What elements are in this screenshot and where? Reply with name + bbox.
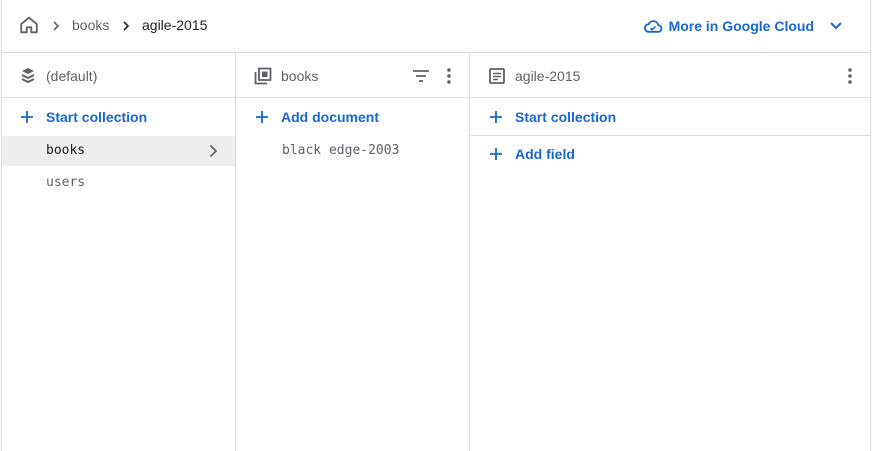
chevron-right-icon [123,21,130,31]
collection-name: books [46,143,86,158]
more-vert-icon[interactable] [439,66,459,86]
breadcrumb-item-current[interactable]: agile-2015 [142,17,207,33]
start-subcollection-button[interactable]: Start collection [487,106,616,128]
collection-panel-header: books [237,53,469,98]
add-field-button[interactable]: Add field [487,143,575,165]
breadcrumb-bar: books agile-2015 More in Google Cloud [2,0,870,53]
root-panel-header: (default) [2,53,235,98]
document-panel-header: agile-2015 [471,53,870,98]
add-document-label: Add document [281,109,379,125]
add-icon [490,148,502,160]
chevron-right-icon [209,144,218,158]
collection-item-users[interactable]: users [2,168,235,198]
root-panel: (default) Start collection books users [2,53,236,451]
document-panel-title: agile-2015 [515,68,581,84]
add-icon [21,111,33,123]
home-icon[interactable] [18,14,40,36]
start-collection-label: Start collection [46,109,148,125]
add-document-button[interactable]: Add document [253,106,379,128]
document-panel: agile-2015 Start collection Add field [471,53,870,451]
start-collection-button[interactable]: Start collection [18,106,147,128]
collection-panel: books Add document black edge-2003 [237,53,470,451]
root-panel-title: (default) [46,68,98,84]
add-icon [256,111,268,123]
document-icon [489,68,505,84]
add-icon [490,111,502,123]
document-item[interactable]: black edge-2003 [237,136,469,166]
collection-panel-title: books [281,68,319,84]
cloud-link-label: More in Google Cloud [668,18,814,34]
cloud-icon [643,20,662,33]
collection-icon [254,67,272,85]
firestore-data-viewer: books agile-2015 More in Google Cloud (d… [1,0,871,451]
filter-icon[interactable] [411,66,431,86]
more-in-google-cloud-button[interactable]: More in Google Cloud [643,15,846,37]
breadcrumb-item-books[interactable]: books [72,17,109,33]
collection-name: users [46,175,86,190]
chevron-down-icon [830,22,842,30]
more-vert-icon[interactable] [840,66,860,86]
database-icon [21,68,35,84]
chevron-right-icon [53,21,60,31]
start-collection-label: Start collection [515,109,617,125]
collection-item-books[interactable]: books [2,136,235,166]
divider [471,135,870,136]
add-field-label: Add field [515,146,575,162]
document-id: black edge-2003 [282,143,400,158]
